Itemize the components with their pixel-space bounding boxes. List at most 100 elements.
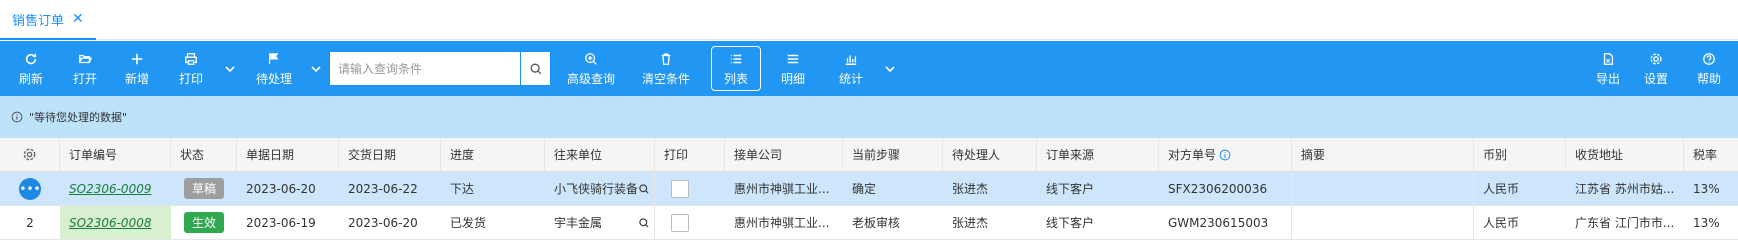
zoom-in-icon: [584, 50, 598, 68]
plus-icon: [130, 50, 144, 68]
search-icon[interactable]: [638, 183, 650, 195]
tax-rate: 13%: [1693, 181, 1720, 196]
tab-label: 销售订单: [12, 13, 65, 29]
source: 线下客户: [1046, 216, 1095, 230]
col-progress[interactable]: 进度: [441, 138, 545, 171]
detail-view-button[interactable]: 明细: [776, 41, 810, 96]
company-name: 惠州市神骐工业...: [734, 216, 830, 230]
statistics-dropdown-chevron-icon[interactable]: [882, 41, 898, 96]
close-icon[interactable]: ✕: [72, 12, 84, 26]
print-dropdown-chevron-icon[interactable]: [222, 41, 238, 96]
advanced-search-button[interactable]: 高级查询: [565, 41, 617, 96]
col-status[interactable]: 状态: [171, 138, 237, 171]
search-button[interactable]: [520, 52, 550, 85]
list-view-button[interactable]: 列表: [711, 46, 761, 91]
doc-date: 2023-06-19: [246, 215, 316, 230]
column-settings-button[interactable]: [0, 138, 60, 171]
trash-icon: [659, 50, 673, 68]
print-checkbox[interactable]: [671, 213, 689, 232]
folder-open-icon: [78, 50, 92, 68]
refresh-button[interactable]: 刷新: [14, 41, 48, 96]
progress: 下达: [450, 182, 475, 196]
pending-dropdown-chevron-icon[interactable]: [308, 41, 324, 96]
progress: 已发货: [450, 216, 487, 230]
summary: [1292, 206, 1474, 239]
order-number-link[interactable]: SO2306-0008: [69, 216, 151, 230]
help-button[interactable]: 帮助: [1692, 41, 1726, 96]
col-handler[interactable]: 待处理人: [943, 138, 1037, 171]
current-step: 老板审核: [852, 216, 901, 230]
col-doc-date[interactable]: 单据日期: [237, 138, 339, 171]
current-step: 确定: [852, 182, 877, 196]
search-box: [329, 51, 551, 86]
address: 广东省 江门市市...: [1575, 216, 1675, 230]
col-tax-rate[interactable]: 税率: [1684, 138, 1738, 171]
delivery-date: 2023-06-20: [348, 215, 418, 230]
col-summary[interactable]: 摘要: [1292, 138, 1474, 171]
search-icon: [530, 63, 541, 74]
menu-lines-icon: [786, 50, 800, 68]
table-row[interactable]: 2 SO2306-0008 生效 2023-06-19 2023-06-20 已…: [0, 206, 1738, 240]
new-button[interactable]: 新增: [120, 41, 154, 96]
tab-sales-order[interactable]: 销售订单 ✕: [0, 0, 96, 40]
col-print[interactable]: 打印: [655, 138, 725, 171]
counter-number: GWM230615003: [1159, 206, 1292, 239]
toolbar: 刷新 打开 新增 打印 待处理 高级查询 清空条件 列表 明细: [0, 41, 1738, 96]
gear-icon: [23, 148, 36, 161]
tax-rate: 13%: [1693, 215, 1720, 230]
handler: 张进杰: [952, 216, 989, 230]
bar-chart-icon: [844, 50, 858, 68]
source: 线下客户: [1046, 182, 1095, 196]
print-button[interactable]: 打印: [174, 41, 208, 96]
row-index: 2: [26, 215, 34, 230]
col-delivery-date[interactable]: 交货日期: [339, 138, 441, 171]
col-currency[interactable]: 币别: [1474, 138, 1566, 171]
partner-name: 宇丰金属: [554, 216, 603, 230]
address: 江苏省 苏州市姑...: [1575, 182, 1675, 196]
printer-icon: [184, 50, 198, 68]
settings-button[interactable]: 设置: [1639, 41, 1673, 96]
col-source[interactable]: 订单来源: [1037, 138, 1159, 171]
col-current-step[interactable]: 当前步骤: [843, 138, 943, 171]
partner-name: 小飞侠骑行装备: [554, 182, 638, 196]
col-partner[interactable]: 往来单位: [545, 138, 655, 171]
table-row[interactable]: ••• SO2306-0009 草稿 2023-06-20 2023-06-22…: [0, 172, 1738, 206]
refresh-icon: [24, 50, 38, 68]
col-address[interactable]: 收货地址: [1566, 138, 1684, 171]
open-button[interactable]: 打开: [68, 41, 102, 96]
col-counter-no[interactable]: 对方单号: [1159, 138, 1292, 171]
status-badge: 草稿: [183, 178, 224, 199]
orders-table: 订单编号 状态 单据日期 交货日期 进度 往来单位 打印 接单公司 当前步骤 待…: [0, 138, 1738, 240]
clear-conditions-button[interactable]: 清空条件: [640, 41, 692, 96]
info-icon: [1219, 149, 1231, 160]
info-text: "等待您处理的数据": [29, 111, 128, 124]
info-icon: [11, 111, 23, 123]
export-button[interactable]: 导出: [1591, 41, 1625, 96]
help-icon: [1702, 50, 1716, 68]
list-icon: [729, 50, 743, 68]
doc-date: 2023-06-20: [246, 181, 316, 196]
flag-icon: [267, 50, 281, 68]
table-header: 订单编号 状态 单据日期 交货日期 进度 往来单位 打印 接单公司 当前步骤 待…: [0, 138, 1738, 172]
col-order-no[interactable]: 订单编号: [60, 138, 171, 171]
info-bar: "等待您处理的数据": [0, 96, 1738, 138]
print-checkbox[interactable]: [671, 179, 689, 198]
search-icon[interactable]: [638, 217, 650, 229]
handler: 张进杰: [952, 182, 989, 196]
summary: [1292, 172, 1474, 205]
company-name: 惠州市神骐工业...: [734, 182, 830, 196]
export-file-icon: [1601, 50, 1615, 68]
row-actions-more-icon[interactable]: •••: [19, 177, 41, 200]
statistics-button[interactable]: 统计: [834, 41, 868, 96]
pending-button[interactable]: 待处理: [252, 41, 296, 96]
delivery-date: 2023-06-22: [348, 181, 418, 196]
col-company[interactable]: 接单公司: [725, 138, 843, 171]
tab-bar: 销售订单 ✕: [0, 0, 1738, 40]
currency: 人民币: [1483, 216, 1520, 230]
currency: 人民币: [1483, 182, 1520, 196]
order-number-link[interactable]: SO2306-0009: [69, 182, 151, 196]
gear-icon: [1649, 50, 1663, 68]
status-badge: 生效: [183, 212, 224, 233]
counter-number: SFX2306200036: [1159, 172, 1292, 205]
search-input[interactable]: [330, 52, 520, 85]
